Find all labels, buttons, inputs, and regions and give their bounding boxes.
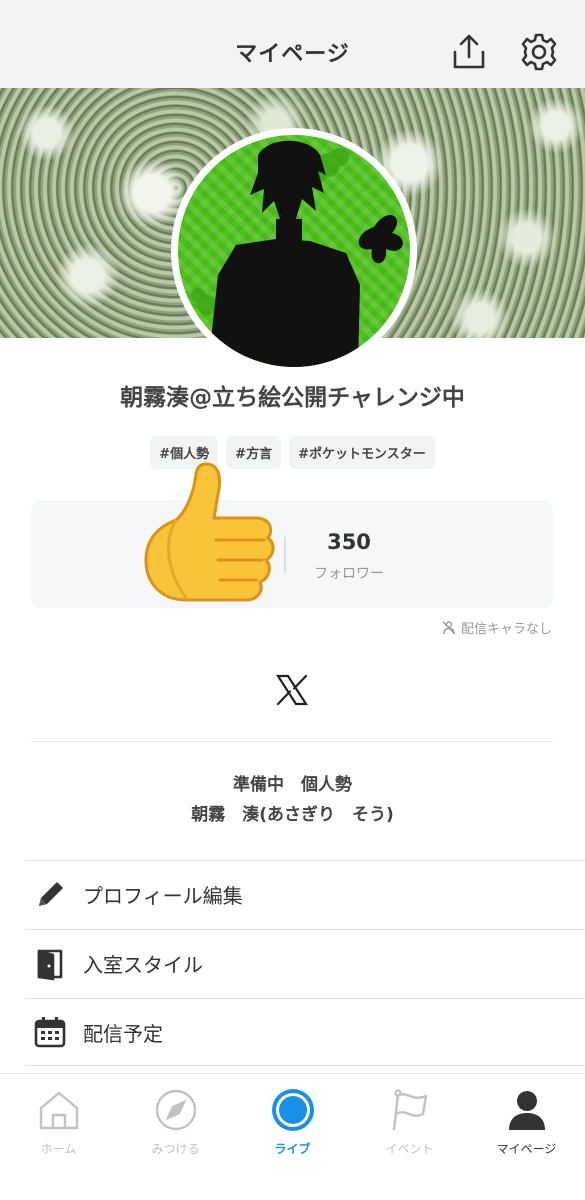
header: マイページ xyxy=(0,0,585,88)
stats-divider xyxy=(284,537,286,573)
tab-label: ライブ xyxy=(274,1142,311,1156)
menu-item-label: プロフィール編集 xyxy=(83,884,243,908)
tag-chip[interactable]: #ポケットモンスター xyxy=(289,436,435,469)
tab-label: マイページ xyxy=(496,1142,557,1156)
door-icon xyxy=(37,949,63,980)
profile-name: 朝霧湊@立ち絵公開チャレンジ中 xyxy=(120,385,465,411)
menu-item-entry-style[interactable]: 入室スタイル xyxy=(25,929,585,997)
person-icon xyxy=(505,1088,549,1132)
tab-home[interactable]: ホーム xyxy=(0,1084,117,1164)
menu-item-schedule[interactable]: 配信予定 xyxy=(25,998,585,1066)
no-character-icon xyxy=(441,620,457,636)
divider xyxy=(31,741,553,742)
flag-icon xyxy=(388,1088,432,1132)
gear-icon[interactable] xyxy=(519,32,559,72)
page-title: マイページ xyxy=(235,42,350,67)
followers-label[interactable]: フォロワー xyxy=(299,563,399,583)
profile-bio: 準備中 個人勢 朝霧 湊(あさぎり そう) xyxy=(191,775,394,825)
tab-label: イベント xyxy=(385,1142,434,1156)
tag-list: #個人勢 #方言 #ポケットモンスター xyxy=(0,436,585,469)
calendar-icon xyxy=(34,1017,66,1048)
tab-discover[interactable]: みつける xyxy=(117,1084,234,1164)
home-icon xyxy=(37,1088,81,1132)
no-character-label: 配信キャラなし xyxy=(460,622,552,637)
x-logo-icon[interactable] xyxy=(275,673,309,707)
tab-event[interactable]: イベント xyxy=(351,1084,468,1164)
menu-item-profile-edit[interactable]: プロフィール編集 xyxy=(25,860,585,928)
tab-bar: ホーム みつける ライブ イベント マイページ xyxy=(0,1073,585,1200)
tab-label: ホーム xyxy=(40,1142,77,1156)
live-icon xyxy=(271,1088,315,1132)
followers-count[interactable]: 350 xyxy=(299,530,399,554)
pencil-icon xyxy=(39,881,63,906)
thumbs-up-emoji xyxy=(136,460,276,610)
stats-card: 350 フォロワー xyxy=(31,500,553,608)
tab-mypage[interactable]: マイページ xyxy=(468,1084,585,1164)
no-character-indicator: 配信キャラなし xyxy=(441,618,552,637)
tab-label: みつける xyxy=(151,1142,200,1156)
avatar[interactable] xyxy=(178,135,410,367)
share-icon[interactable] xyxy=(449,32,489,72)
menu-item-label: 入室スタイル xyxy=(83,953,203,977)
compass-icon xyxy=(154,1088,198,1132)
tab-live[interactable]: ライブ xyxy=(234,1084,351,1164)
menu-item-label: 配信予定 xyxy=(83,1021,163,1046)
